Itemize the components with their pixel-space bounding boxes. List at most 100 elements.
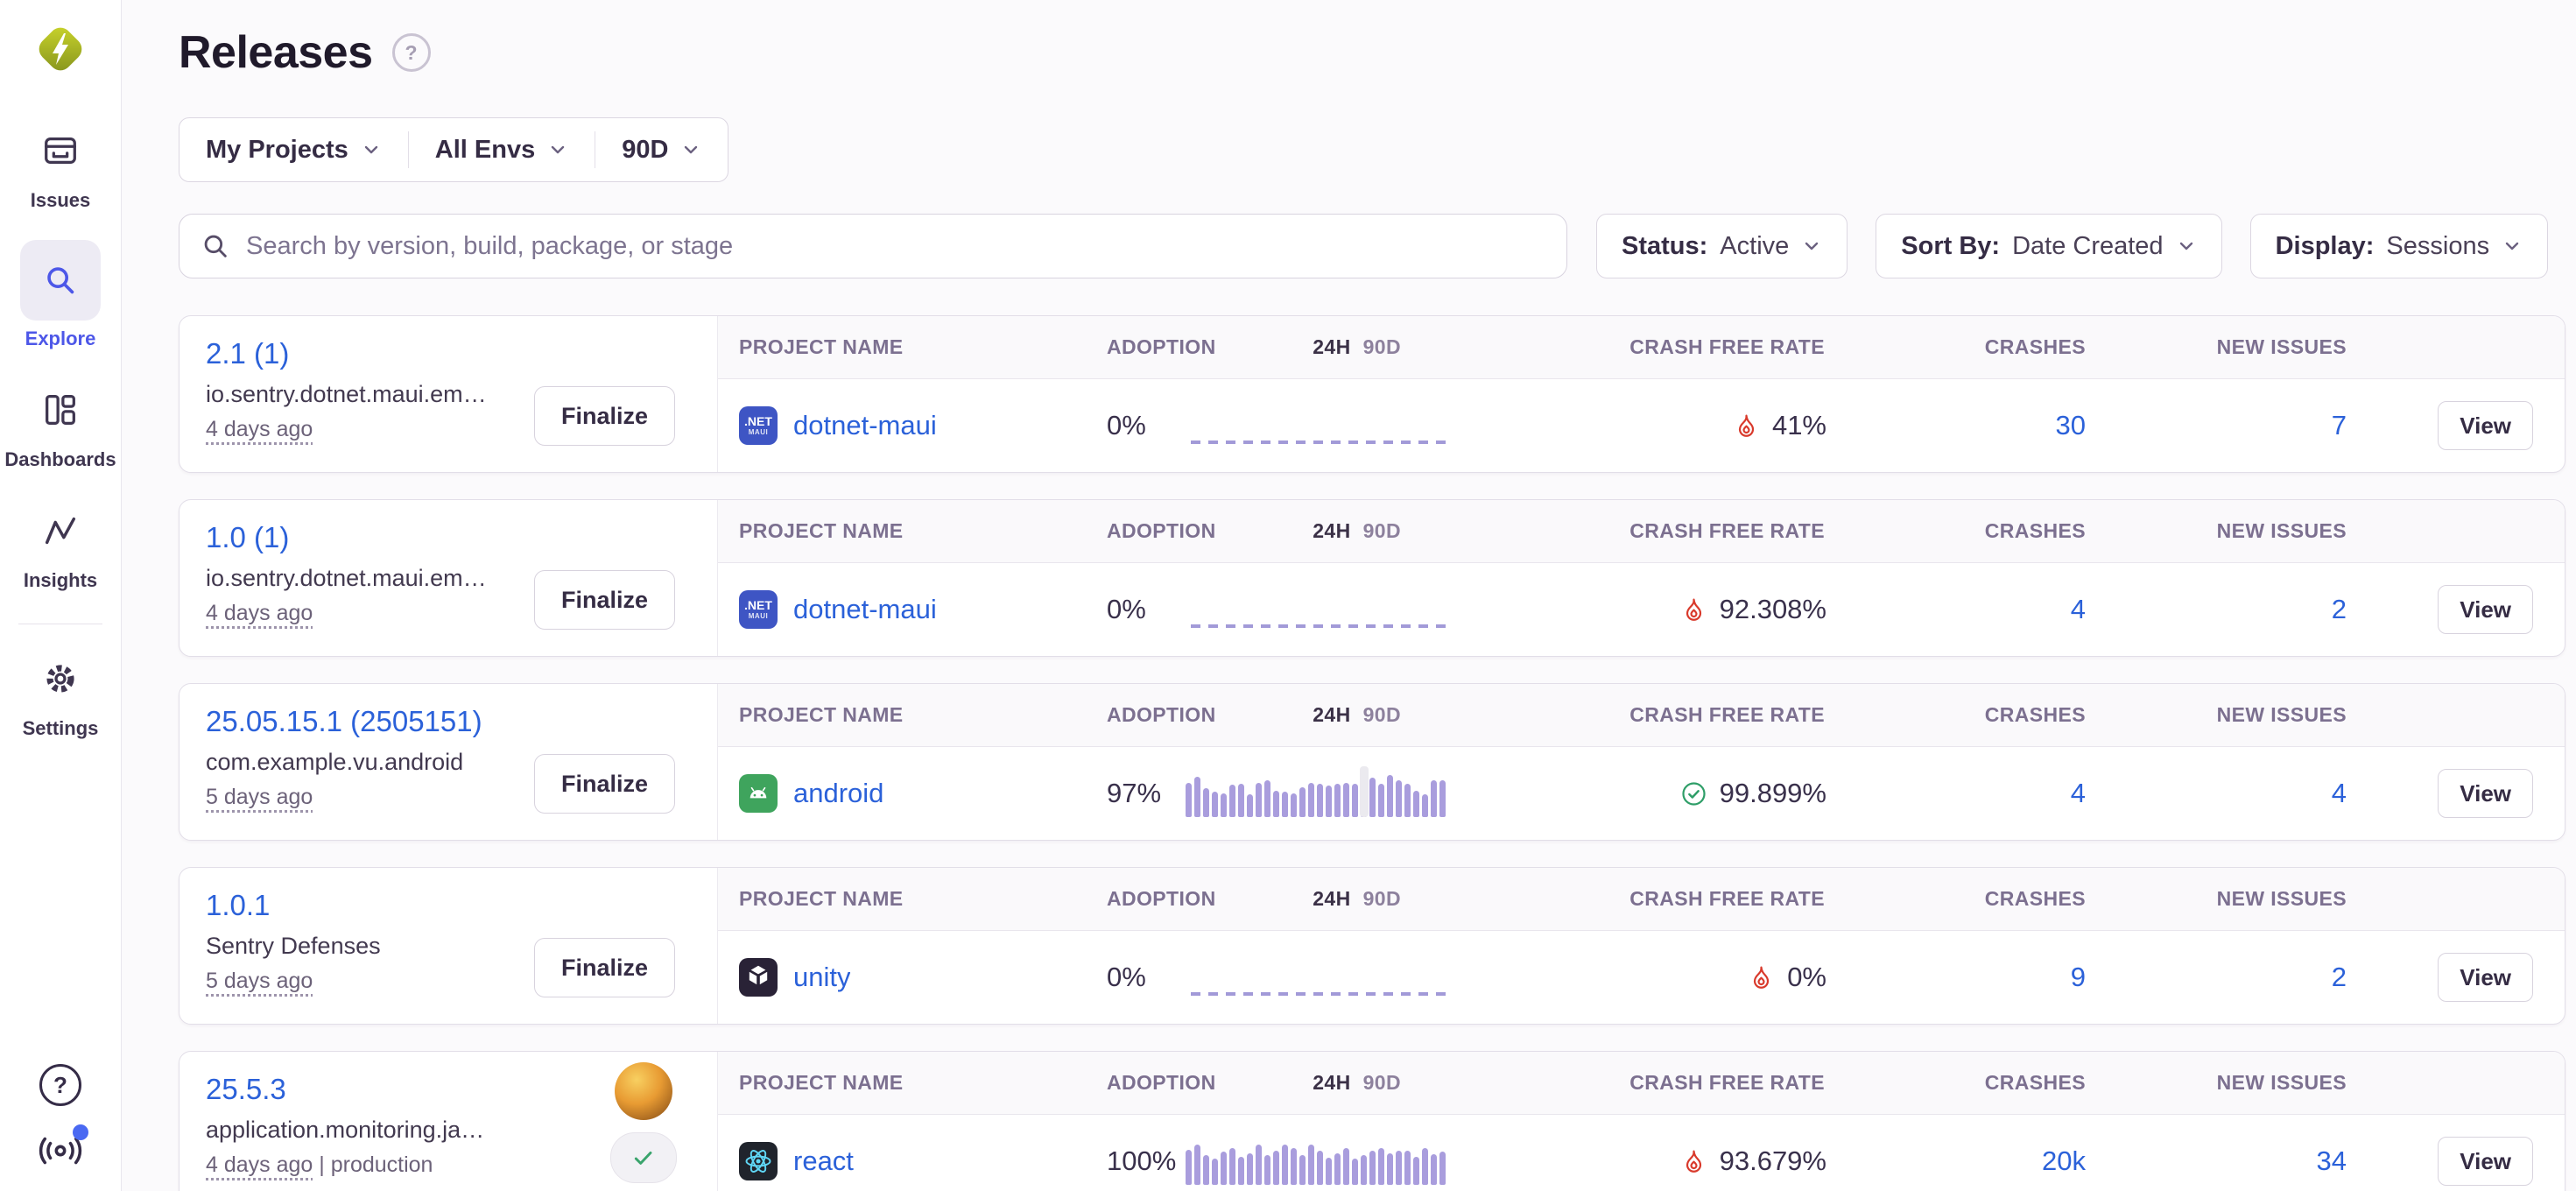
- whats-new-button[interactable]: [37, 1128, 84, 1175]
- display-dropdown[interactable]: Display: Sessions: [2250, 214, 2549, 278]
- new-issues-link[interactable]: 4: [2332, 778, 2347, 808]
- period-toggle-24h[interactable]: 24H: [1313, 1071, 1350, 1095]
- period-toggle-90d[interactable]: 90D: [1363, 519, 1401, 543]
- release-created: 5 days ago: [206, 969, 313, 993]
- release-created-suffix: | production: [313, 1152, 433, 1177]
- sidebar-item-dashboards[interactable]: Dashboards: [4, 378, 116, 471]
- release-info-panel: 1.0 (1) io.sentry.dotnet.maui.em… 4 days…: [179, 500, 717, 656]
- release-version-link[interactable]: 2.1 (1): [206, 337, 289, 370]
- page-help-icon[interactable]: ?: [392, 33, 431, 72]
- release-card: 25.5.3 application.monitoring.ja… 4 days…: [179, 1051, 2565, 1191]
- release-info-panel: 25.05.15.1 (2505151) com.example.vu.andr…: [179, 684, 717, 840]
- sidebar-item-insights[interactable]: Insights: [20, 499, 101, 592]
- release-project-table: PROJECT NAME ADOPTION 24H 90D CRASH FREE…: [717, 316, 2565, 472]
- new-issues-link[interactable]: 2: [2332, 594, 2347, 624]
- release-version-link[interactable]: 25.5.3: [206, 1073, 286, 1106]
- col-crashes: CRASHES: [1830, 335, 2091, 359]
- sentry-logo[interactable]: [31, 19, 90, 79]
- project-link[interactable]: unity: [793, 962, 850, 993]
- release-version-link[interactable]: 1.0.1: [206, 889, 270, 922]
- table-header-row: PROJECT NAME ADOPTION 24H 90D CRASH FREE…: [718, 1052, 2565, 1115]
- sidebar-item-label: Dashboards: [4, 448, 116, 471]
- adoption-bar-chart: [1186, 775, 1453, 817]
- sidebar-item-settings[interactable]: Settings: [20, 647, 101, 740]
- adoption-sparkline: [1196, 379, 1485, 472]
- view-button[interactable]: View: [2438, 585, 2533, 634]
- view-button[interactable]: View: [2438, 401, 2533, 450]
- finalize-button[interactable]: Finalize: [534, 938, 675, 997]
- sort-by-dropdown[interactable]: Sort By: Date Created: [1876, 214, 2221, 278]
- release-card: 2.1 (1) io.sentry.dotnet.maui.em… 4 days…: [179, 315, 2565, 473]
- crashes-link[interactable]: 20k: [2042, 1145, 2086, 1176]
- sidebar-bottom: ?: [37, 1061, 84, 1191]
- finalize-button[interactable]: Finalize: [534, 570, 675, 630]
- release-project-table: PROJECT NAME ADOPTION 24H 90D CRASH FREE…: [717, 500, 2565, 656]
- sidebar-item-issues[interactable]: Issues: [20, 119, 101, 212]
- period-toggle-24h[interactable]: 24H: [1313, 519, 1350, 543]
- release-project-table: PROJECT NAME ADOPTION 24H 90D CRASH FREE…: [717, 868, 2565, 1024]
- adoption-sparkline: [1196, 1115, 1485, 1191]
- adoption-bar-chart: [1186, 1145, 1453, 1185]
- col-project-name: PROJECT NAME: [718, 1071, 1093, 1095]
- adoption-value: 0%: [1093, 962, 1196, 993]
- period-toggle-90d[interactable]: 90D: [1363, 335, 1401, 359]
- col-new-issues: NEW ISSUES: [2091, 703, 2352, 727]
- table-header-row: PROJECT NAME ADOPTION 24H 90D CRASH FREE…: [718, 316, 2565, 379]
- finalize-button[interactable]: Finalize: [534, 386, 675, 446]
- period-toggle-90d[interactable]: 90D: [1363, 887, 1401, 911]
- crashes-link[interactable]: 4: [2071, 778, 2086, 808]
- project-link[interactable]: dotnet-maui: [793, 594, 937, 625]
- chevron-down-icon: [547, 139, 568, 160]
- search-input[interactable]: [244, 231, 1545, 262]
- help-button[interactable]: ?: [37, 1061, 84, 1109]
- toolbar-row: Status: Active Sort By: Date Created Dis…: [179, 214, 2565, 278]
- col-crashes: CRASHES: [1830, 1071, 2091, 1095]
- project-link[interactable]: react: [793, 1145, 854, 1177]
- table-header-row: PROJECT NAME ADOPTION 24H 90D CRASH FREE…: [718, 868, 2565, 931]
- search-bar: [179, 214, 1567, 278]
- view-button[interactable]: View: [2438, 769, 2533, 818]
- crashes-link[interactable]: 30: [2056, 410, 2086, 440]
- period-toggle-90d[interactable]: 90D: [1363, 1071, 1401, 1095]
- release-version-link[interactable]: 25.05.15.1 (2505151): [206, 705, 482, 738]
- view-button[interactable]: View: [2438, 953, 2533, 1002]
- period-toggle-24h[interactable]: 24H: [1313, 703, 1350, 727]
- adoption-value: 0%: [1093, 410, 1196, 441]
- adoption-flat-dashed-line: [1191, 624, 1450, 628]
- project-filter-dropdown[interactable]: My Projects: [179, 118, 408, 181]
- sidebar-item-explore[interactable]: Explore: [20, 240, 101, 350]
- fire-icon: [1680, 596, 1707, 624]
- release-check-badge[interactable]: [610, 1132, 677, 1183]
- issues-icon: [40, 130, 81, 171]
- col-chart-period: 24H 90D: [1196, 335, 1485, 359]
- status-dropdown[interactable]: Status: Active: [1596, 214, 1848, 278]
- new-issues-link[interactable]: 34: [2317, 1145, 2347, 1176]
- crashes-link[interactable]: 9: [2071, 962, 2086, 992]
- settings-icon: [40, 659, 81, 699]
- project-link[interactable]: dotnet-maui: [793, 410, 937, 441]
- search-icon: [201, 231, 230, 261]
- insights-icon: [40, 511, 81, 551]
- col-project-name: PROJECT NAME: [718, 887, 1093, 911]
- period-toggle-24h[interactable]: 24H: [1313, 887, 1350, 911]
- release-created: 4 days ago: [206, 601, 313, 625]
- release-card: 1.0.1 Sentry Defenses 5 days ago Finaliz…: [179, 867, 2565, 1025]
- environment-filter-dropdown[interactable]: All Envs: [409, 118, 595, 181]
- period-toggle-24h[interactable]: 24H: [1313, 335, 1350, 359]
- view-button[interactable]: View: [2438, 1137, 2533, 1186]
- new-issues-link[interactable]: 2: [2332, 962, 2347, 992]
- col-chart-period: 24H 90D: [1196, 519, 1485, 543]
- project-link[interactable]: android: [793, 778, 883, 809]
- release-version-link[interactable]: 1.0 (1): [206, 521, 289, 554]
- col-adoption: ADOPTION: [1093, 1071, 1196, 1095]
- finalize-button[interactable]: Finalize: [534, 754, 675, 814]
- period-toggle-90d[interactable]: 90D: [1363, 703, 1401, 727]
- crashes-link[interactable]: 4: [2071, 594, 2086, 624]
- date-range-dropdown[interactable]: 90D: [595, 118, 728, 181]
- col-adoption: ADOPTION: [1093, 703, 1196, 727]
- col-crash-free-rate: CRASH FREE RATE: [1485, 335, 1830, 359]
- owner-avatar[interactable]: [615, 1062, 672, 1120]
- new-issues-link[interactable]: 7: [2332, 410, 2347, 440]
- col-crash-free-rate: CRASH FREE RATE: [1485, 887, 1830, 911]
- project-row: unity 0% 0% 9 2 View: [718, 931, 2565, 1024]
